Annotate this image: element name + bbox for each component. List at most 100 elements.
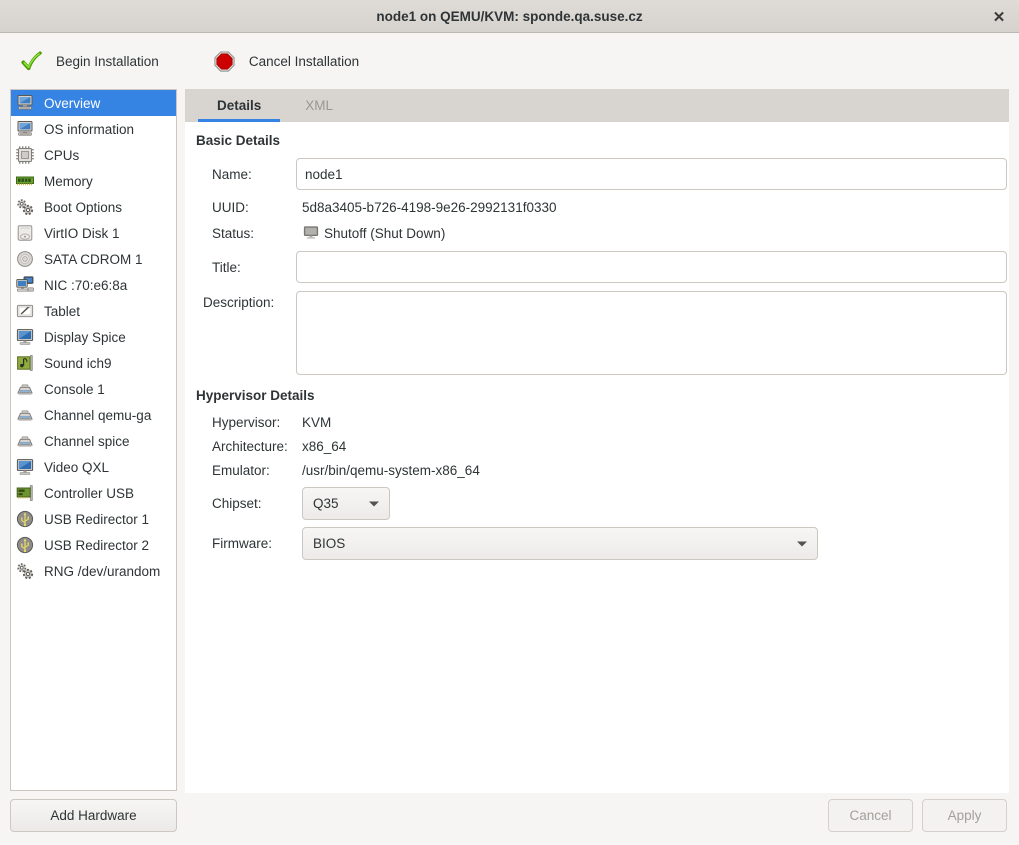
sidebar-item-channel-spice[interactable]: Channel spice xyxy=(11,428,176,454)
sidebar-item-label: RNG /dev/urandom xyxy=(44,564,160,579)
tab-bar: Details XML xyxy=(185,89,1009,122)
usb-icon xyxy=(15,535,35,555)
network-icon xyxy=(15,275,35,295)
uuid-value: 5d8a3405-b726-4198-9e26-2992131f0330 xyxy=(302,200,556,215)
begin-installation-button[interactable]: Begin Installation xyxy=(8,44,171,79)
chevron-down-icon xyxy=(797,541,807,547)
serial-icon xyxy=(15,405,35,425)
toolbar: Begin Installation Cancel Installation xyxy=(0,34,1019,88)
name-input[interactable] xyxy=(296,158,1007,190)
tablet-icon xyxy=(15,301,35,321)
controller-icon xyxy=(15,483,35,503)
sidebar-item-console-1[interactable]: Console 1 xyxy=(11,376,176,402)
sidebar-item-label: Memory xyxy=(44,174,93,189)
title-input[interactable] xyxy=(296,251,1007,283)
sidebar-item-overview[interactable]: Overview xyxy=(11,90,176,116)
sidebar-item-label: Channel qemu-ga xyxy=(44,408,151,423)
description-label: Description: xyxy=(203,291,296,310)
sidebar-item-label: Sound ich9 xyxy=(44,356,112,371)
sidebar-item-label: Channel spice xyxy=(44,434,130,449)
apply-button[interactable]: Apply xyxy=(922,799,1007,832)
close-icon[interactable]: ✕ xyxy=(979,0,1019,33)
cancel-installation-button[interactable]: Cancel Installation xyxy=(201,44,371,79)
cdrom-icon xyxy=(15,249,35,269)
sidebar-item-label: SATA CDROM 1 xyxy=(44,252,143,267)
sidebar-item-usb-redirector-2[interactable]: USB Redirector 2 xyxy=(11,532,176,558)
firmware-label: Firmware: xyxy=(212,536,302,551)
hypervisor-value: KVM xyxy=(302,415,331,430)
sidebar-item-label: USB Redirector 1 xyxy=(44,512,149,527)
sidebar-item-virtio-disk-1[interactable]: VirtIO Disk 1 xyxy=(11,220,176,246)
title-label: Title: xyxy=(212,260,296,275)
sidebar-item-label: Video QXL xyxy=(44,460,109,475)
sidebar-item-nic-70-e6-8a[interactable]: NIC :70:e6:8a xyxy=(11,272,176,298)
uuid-label: UUID: xyxy=(212,200,302,215)
display-icon xyxy=(15,457,35,477)
sidebar-item-label: USB Redirector 2 xyxy=(44,538,149,553)
status-monitor-icon xyxy=(302,224,320,242)
emulator-label: Emulator: xyxy=(212,463,302,478)
titlebar: node1 on QEMU/KVM: sponde.qa.suse.cz ✕ xyxy=(0,0,1019,33)
basic-details-header: Basic Details xyxy=(196,133,280,148)
computer-icon xyxy=(15,93,35,113)
disk-icon xyxy=(15,223,35,243)
gears-icon xyxy=(15,561,35,581)
description-textarea[interactable] xyxy=(296,291,1007,375)
sidebar-item-boot-options[interactable]: Boot Options xyxy=(11,194,176,220)
sidebar-item-label: Controller USB xyxy=(44,486,134,501)
tab-xml[interactable]: XML xyxy=(283,89,355,122)
display-icon xyxy=(15,327,35,347)
hypervisor-details-header: Hypervisor Details xyxy=(196,388,315,403)
hypervisor-label: Hypervisor: xyxy=(212,415,302,430)
serial-icon xyxy=(15,431,35,451)
sidebar-item-label: Overview xyxy=(44,96,100,111)
tab-details-label: Details xyxy=(217,98,261,113)
cancel-installation-label: Cancel Installation xyxy=(249,54,359,69)
begin-installation-label: Begin Installation xyxy=(56,54,159,69)
architecture-label: Architecture: xyxy=(212,439,302,454)
emulator-value: /usr/bin/qemu-system-x86_64 xyxy=(302,463,480,478)
sidebar-item-label: Tablet xyxy=(44,304,80,319)
sidebar-item-usb-redirector-1[interactable]: USB Redirector 1 xyxy=(11,506,176,532)
sidebar-item-label: VirtIO Disk 1 xyxy=(44,226,120,241)
add-hardware-button[interactable]: Add Hardware xyxy=(10,799,177,832)
cancel-button[interactable]: Cancel xyxy=(828,799,913,832)
firmware-dropdown[interactable]: BIOS xyxy=(302,527,818,560)
sidebar-item-label: Display Spice xyxy=(44,330,126,345)
sidebar-item-cpus[interactable]: CPUs xyxy=(11,142,176,168)
sidebar-item-channel-qemu-ga[interactable]: Channel qemu-ga xyxy=(11,402,176,428)
sidebar-item-label: CPUs xyxy=(44,148,79,163)
sidebar-item-display-spice[interactable]: Display Spice xyxy=(11,324,176,350)
sidebar-item-tablet[interactable]: Tablet xyxy=(11,298,176,324)
memory-icon xyxy=(15,171,35,191)
stop-icon xyxy=(213,50,236,73)
serial-icon xyxy=(15,379,35,399)
sidebar-item-sata-cdrom-1[interactable]: SATA CDROM 1 xyxy=(11,246,176,272)
cpu-icon xyxy=(15,145,35,165)
hardware-list: Overview OS information CPUs Memory Boot Opt… xyxy=(10,89,177,791)
vm-details-window: node1 on QEMU/KVM: sponde.qa.suse.cz ✕ B… xyxy=(0,0,1019,845)
computer-icon xyxy=(15,119,35,139)
sidebar-item-label: Console 1 xyxy=(44,382,105,397)
name-label: Name: xyxy=(212,167,296,182)
sidebar-item-controller-usb[interactable]: Controller USB xyxy=(11,480,176,506)
sidebar-item-label: NIC :70:e6:8a xyxy=(44,278,127,293)
sidebar-item-rng-dev-urandom[interactable]: RNG /dev/urandom xyxy=(11,558,176,584)
checkmark-icon xyxy=(20,50,43,73)
sidebar-item-os-information[interactable]: OS information xyxy=(11,116,176,142)
details-panel: Basic Details Name: UUID: 5d8a3405-b726-… xyxy=(185,122,1009,793)
sound-icon xyxy=(15,353,35,373)
sidebar-item-video-qxl[interactable]: Video QXL xyxy=(11,454,176,480)
tab-xml-label: XML xyxy=(305,98,333,113)
tab-details[interactable]: Details xyxy=(195,89,283,122)
window-title: node1 on QEMU/KVM: sponde.qa.suse.cz xyxy=(376,9,642,24)
sidebar-item-sound-ich9[interactable]: Sound ich9 xyxy=(11,350,176,376)
sidebar-item-label: OS information xyxy=(44,122,134,137)
chipset-value: Q35 xyxy=(313,496,339,511)
status-value: Shutoff (Shut Down) xyxy=(324,226,445,241)
chevron-down-icon xyxy=(369,501,379,507)
chipset-dropdown[interactable]: Q35 xyxy=(302,487,390,520)
usb-icon xyxy=(15,509,35,529)
sidebar-item-memory[interactable]: Memory xyxy=(11,168,176,194)
gears-icon xyxy=(15,197,35,217)
